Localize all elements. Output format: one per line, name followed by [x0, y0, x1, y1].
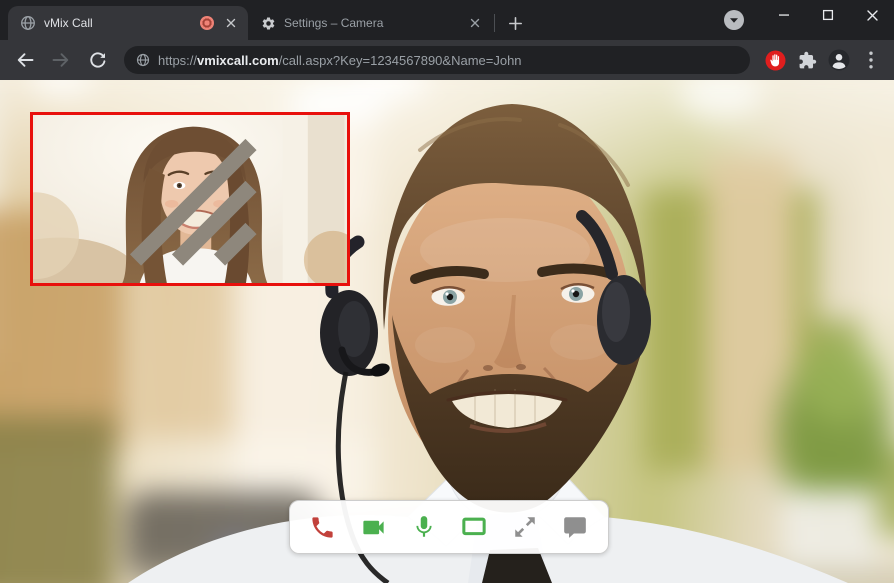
video-camera-icon: [360, 514, 387, 541]
resize-handle-icon[interactable]: [31, 113, 345, 281]
globe-icon: [20, 15, 36, 31]
browser-toolbar: https://vmixcall.com/call.aspx?Key=12345…: [0, 40, 894, 80]
gear-icon: [260, 15, 276, 31]
minimize-button[interactable]: [762, 0, 806, 30]
close-window-button[interactable]: [850, 0, 894, 30]
forward-button[interactable]: [46, 45, 76, 75]
chat-button[interactable]: [557, 509, 593, 545]
call-page: [0, 80, 894, 583]
tab-separator: [494, 14, 495, 32]
recording-indicator-icon: [200, 16, 214, 30]
screen-share-icon: [460, 513, 488, 541]
back-button[interactable]: [10, 45, 40, 75]
profile-avatar-icon[interactable]: [826, 47, 852, 73]
maximize-button[interactable]: [806, 0, 850, 30]
self-video-pip[interactable]: [30, 112, 350, 286]
window-controls: [762, 0, 894, 30]
new-tab-button[interactable]: [501, 9, 529, 37]
tab-vmix-call[interactable]: vMix Call: [8, 6, 248, 40]
hangup-button[interactable]: [305, 509, 341, 545]
fullscreen-button[interactable]: [507, 509, 543, 545]
url-text: https://vmixcall.com/call.aspx?Key=12345…: [158, 53, 522, 68]
tab-close-button[interactable]: [222, 14, 240, 32]
tab-strip: vMix Call Settings – Camera: [0, 0, 894, 40]
tab-close-button[interactable]: [466, 14, 484, 32]
url-domain: vmixcall.com: [197, 53, 279, 68]
chat-bubble-icon: [562, 514, 588, 540]
adblock-hand-icon[interactable]: [762, 47, 788, 73]
address-bar[interactable]: https://vmixcall.com/call.aspx?Key=12345…: [124, 46, 750, 74]
menu-dots-icon[interactable]: [858, 47, 884, 73]
tab-title: Settings – Camera: [284, 16, 458, 30]
tab-title: vMix Call: [44, 16, 192, 30]
call-control-bar: [289, 500, 609, 554]
phone-icon: [309, 514, 336, 541]
screen-share-button[interactable]: [456, 509, 492, 545]
tab-settings-camera[interactable]: Settings – Camera: [248, 6, 492, 40]
expand-icon: [512, 514, 538, 540]
browser-window: vMix Call Settings – Camera: [0, 0, 894, 583]
microphone-icon: [411, 514, 437, 540]
reload-button[interactable]: [82, 45, 112, 75]
camera-button[interactable]: [355, 509, 391, 545]
media-controls-button[interactable]: [722, 8, 746, 32]
microphone-button[interactable]: [406, 509, 442, 545]
site-security-globe-icon: [136, 53, 150, 67]
extensions-puzzle-icon[interactable]: [794, 47, 820, 73]
